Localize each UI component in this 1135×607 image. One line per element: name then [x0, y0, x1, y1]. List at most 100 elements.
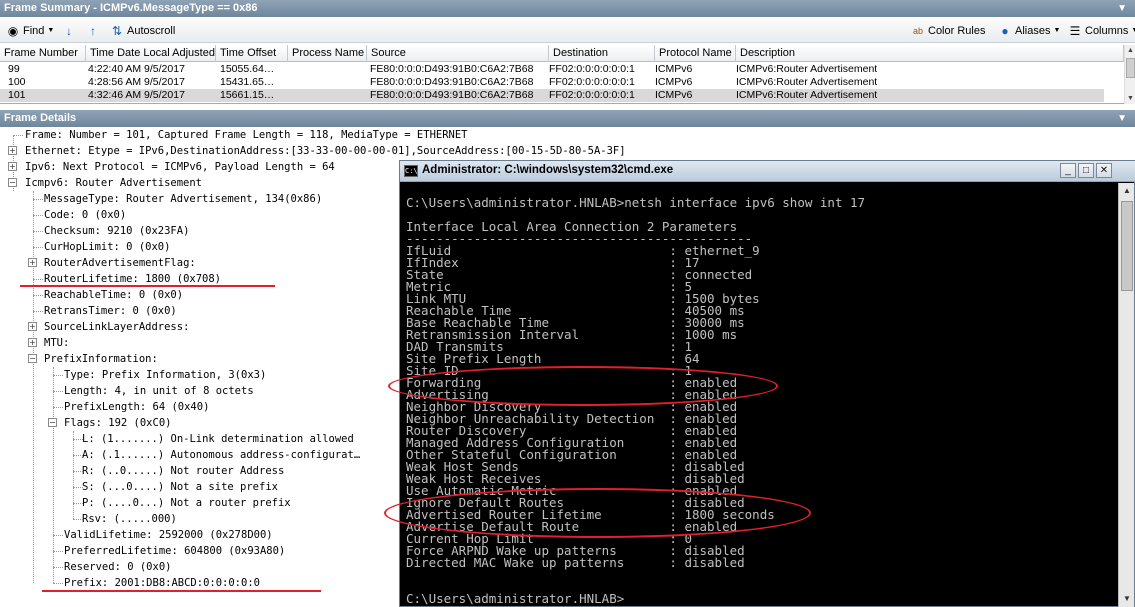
tree-node[interactable]: MessageType: Router Advertisement, 134(0…: [28, 191, 322, 207]
maximize-icon: □: [1082, 165, 1090, 176]
expand-icon[interactable]: +: [8, 146, 17, 155]
minimize-button[interactable]: _: [1060, 163, 1076, 178]
scroll-up-icon[interactable]: ▲: [1119, 183, 1135, 199]
tree-guide: [73, 471, 83, 472]
pin-icon[interactable]: ▼: [1117, 110, 1127, 127]
tree-guide: [73, 503, 83, 504]
tree-guide: [33, 231, 43, 232]
columns-label: Columns: [1085, 25, 1129, 37]
cell-description: ICMPv6:Router Advertisement: [736, 63, 878, 75]
tree-node[interactable]: Reserved: 0 (0x0): [48, 559, 171, 575]
maximize-button[interactable]: □: [1078, 163, 1094, 178]
scroll-up-icon[interactable]: ▲: [1125, 45, 1135, 56]
tree-guide: [53, 375, 63, 376]
tree-node[interactable]: Frame: Number = 101, Captured Frame Leng…: [8, 127, 468, 143]
tree-node[interactable]: Rsv: (.....000): [68, 511, 177, 527]
tree-node[interactable]: ValidLifetime: 2592000 (0x278D00): [48, 527, 273, 543]
tree-node[interactable]: PreferredLifetime: 604800 (0x93A80): [48, 543, 285, 559]
pin-icon[interactable]: ▼: [1117, 0, 1127, 17]
tree-node[interactable]: − PrefixInformation:: [28, 351, 158, 367]
tree-node[interactable]: CurHopLimit: 0 (0x0): [28, 239, 170, 255]
console-prompt[interactable]: C:\Users\administrator.HNLAB>: [406, 592, 624, 605]
tree-node[interactable]: R: (..0.....) Not router Address: [68, 463, 284, 479]
expand-icon[interactable]: +: [28, 258, 37, 267]
tree-node-label: RetransTimer: 0 (0x0): [44, 305, 177, 317]
dropdown-arrow-icon: ▼: [1131, 27, 1135, 34]
tree-guide: [33, 279, 43, 280]
table-row[interactable]: 99 4:22:40 AM 9/5/2017 15055.64… FE80:0:…: [0, 63, 1104, 76]
column-header[interactable]: Source: [367, 45, 549, 62]
cell-destination: FF02:0:0:0:0:0:0:1: [549, 89, 635, 101]
summary-scrollbar[interactable]: ▲ ▼: [1124, 45, 1135, 104]
column-header[interactable]: Time Date Local Adjusted: [86, 45, 216, 62]
cell-source: FE80:0:0:0:D493:91B0:C6A2:7B68: [370, 76, 534, 88]
autoscroll-label: Autoscroll: [127, 25, 176, 37]
tree-node-label: A: (.1......) Autonomous address-configu…: [82, 449, 361, 461]
tree-guide: [73, 487, 83, 488]
tree-node[interactable]: − Icmpv6: Router Advertisement: [8, 175, 202, 191]
column-header[interactable]: Frame Number: [0, 45, 86, 62]
tree-node[interactable]: L: (1.......) On-Link determination allo…: [68, 431, 354, 447]
annotation-underline-prefix: [42, 590, 321, 592]
autoscroll-button[interactable]: ⇅ Autoscroll: [110, 22, 175, 40]
cmd-title-bar[interactable]: C:\ Administrator: C:\windows\system32\c…: [400, 161, 1135, 182]
tree-node[interactable]: RetransTimer: 0 (0x0): [28, 303, 177, 319]
tree-node[interactable]: + RouterAdvertisementFlag:: [28, 255, 196, 271]
aliases-label: Aliases: [1015, 25, 1051, 37]
cell-source: FE80:0:0:0:D493:91B0:C6A2:7B68: [370, 63, 534, 75]
next-frame-button[interactable]: ↓: [62, 22, 76, 40]
cell-destination: FF02:0:0:0:0:0:0:1: [549, 76, 635, 88]
tree-node[interactable]: Prefix: 2001:DB8:ABCD:0:0:0:0:0: [48, 575, 260, 591]
tree-node[interactable]: Code: 0 (0x0): [28, 207, 126, 223]
tree-node[interactable]: P: (....0...) Not a router prefix: [68, 495, 291, 511]
tree-node[interactable]: + MTU:: [28, 335, 69, 351]
tree-node-label: Code: 0 (0x0): [44, 209, 127, 221]
column-header[interactable]: Time Offset: [216, 45, 288, 62]
tree-node[interactable]: Checksum: 9210 (0x23FA): [28, 223, 189, 239]
tree-node[interactable]: + SourceLinkLayerAddress:: [28, 319, 189, 335]
table-row[interactable]: 100 4:28:56 AM 9/5/2017 15431.65… FE80:0…: [0, 76, 1104, 89]
tree-node[interactable]: ReachableTime: 0 (0x0): [28, 287, 183, 303]
scroll-down-icon[interactable]: ▼: [1125, 93, 1135, 104]
tree-node[interactable]: Type: Prefix Information, 3(0x3): [48, 367, 266, 383]
collapse-icon[interactable]: −: [8, 178, 17, 187]
column-header[interactable]: Destination: [549, 45, 655, 62]
dropdown-arrow-icon: ▼: [47, 27, 55, 34]
aliases-button[interactable]: ● Aliases ▼: [998, 22, 1060, 40]
find-button[interactable]: ◉ Find ▼: [6, 22, 55, 40]
close-button[interactable]: ✕: [1096, 163, 1112, 178]
column-header[interactable]: Protocol Name: [655, 45, 736, 62]
tree-node[interactable]: S: (...0....) Not a site prefix: [68, 479, 278, 495]
scroll-thumb[interactable]: [1121, 201, 1133, 291]
column-header[interactable]: Process Name: [288, 45, 367, 62]
tree-node-label: P: (....0...) Not a router prefix: [82, 497, 291, 509]
cell-frame: 100: [8, 76, 26, 88]
previous-frame-button[interactable]: ↑: [86, 22, 100, 40]
scroll-down-icon[interactable]: ▼: [1119, 591, 1135, 607]
expand-icon[interactable]: +: [28, 322, 37, 331]
color-rules-button[interactable]: ab Color Rules: [911, 22, 985, 40]
table-row-selected[interactable]: 101 4:32:46 AM 9/5/2017 15661.15… FE80:0…: [0, 89, 1104, 102]
tree-node[interactable]: PrefixLength: 64 (0x40): [48, 399, 209, 415]
tree-node-label: RouterLifetime: 1800 (0x708): [44, 273, 222, 285]
cell-protocol: ICMPv6: [655, 63, 693, 75]
tree-node[interactable]: − Flags: 192 (0xC0): [48, 415, 171, 431]
collapse-icon[interactable]: −: [48, 418, 57, 427]
columns-button[interactable]: ☰ Columns ▼: [1068, 22, 1135, 40]
expand-icon[interactable]: +: [28, 338, 37, 347]
scroll-thumb[interactable]: [1126, 58, 1135, 78]
color-rules-icon: ab: [912, 26, 923, 36]
tree-node[interactable]: + Ipv6: Next Protocol = ICMPv6, Payload L…: [8, 159, 335, 175]
tree-node-label: Prefix: 2001:DB8:ABCD:0:0:0:0:0: [64, 577, 260, 589]
expand-icon[interactable]: +: [8, 162, 17, 171]
tree-node-label: S: (...0....) Not a site prefix: [82, 481, 278, 493]
column-header[interactable]: Description: [736, 45, 1124, 62]
tree-node-label: CurHopLimit: 0 (0x0): [44, 241, 171, 253]
tree-node[interactable]: + Ethernet: Etype = IPv6,DestinationAddre…: [8, 143, 626, 159]
cmd-scrollbar[interactable]: ▲ ▼: [1118, 183, 1134, 607]
tree-node-label: MTU:: [44, 337, 70, 349]
tree-node[interactable]: A: (.1......) Autonomous address-configu…: [68, 447, 360, 463]
tree-node[interactable]: Length: 4, in unit of 8 octets: [48, 383, 254, 399]
tree-guide: [53, 551, 63, 552]
collapse-icon[interactable]: −: [28, 354, 37, 363]
